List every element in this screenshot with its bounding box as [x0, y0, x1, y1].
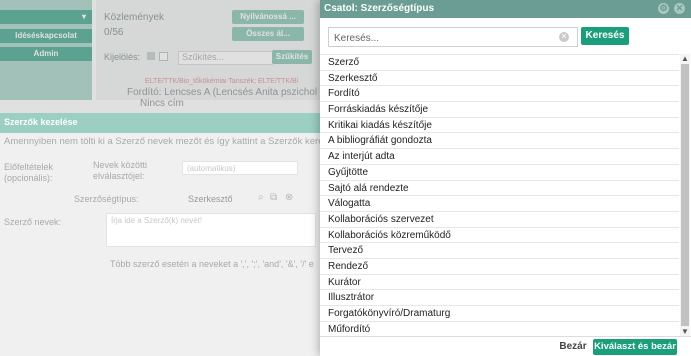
authorship-type-list: Szerző Szerkesztő Fordító Forráskiadás k… — [320, 54, 679, 334]
copy-icon[interactable]: ⧉ — [270, 192, 277, 203]
list-item[interactable]: Illusztrátor — [320, 289, 679, 305]
authors-dialog-header: Szerzők kezelése — [0, 113, 322, 133]
separator-select[interactable]: (automatikus) — [182, 161, 298, 175]
list-item[interactable]: Forgatókönyvíró/Dramaturg — [320, 305, 679, 321]
prefix-label: Előfeltételek — [4, 162, 54, 172]
author-names-textarea[interactable]: Írja ide a Szerző(k) nevét! — [106, 213, 316, 247]
list-item[interactable]: A bibliográfiát gondozta — [320, 132, 679, 148]
authorship-type-label: Szerzőségtípus: — [74, 194, 139, 204]
list-item[interactable]: Kurátor — [320, 273, 679, 290]
search-box: ✕ — [328, 27, 578, 48]
list-item[interactable]: Sajtó alá rendezte — [320, 179, 679, 196]
list-item[interactable]: Gyűjtötte — [320, 163, 679, 180]
search-icon[interactable]: ⌕ — [258, 192, 264, 203]
list-item[interactable]: Fordító — [320, 85, 679, 101]
list-item[interactable]: Szerkesztő — [320, 69, 679, 86]
list-scrollbar[interactable]: ▲ ▼ — [680, 54, 690, 336]
close-button[interactable]: Bezár — [556, 340, 590, 354]
list-item[interactable]: Kollaborációs szervezet — [320, 210, 679, 227]
list-item[interactable]: Válogatta — [320, 195, 679, 211]
search-button[interactable]: Keresés — [581, 27, 629, 45]
close-icon[interactable]: ✕ — [674, 3, 685, 14]
scroll-up-icon[interactable]: ▲ — [680, 54, 690, 63]
list-item[interactable]: Az interjút adta — [320, 148, 679, 164]
modal-title: Csatol: Szerzőségtípus — [324, 3, 435, 14]
list-item[interactable]: Rendező — [320, 257, 679, 274]
author-names-label: Szerző nevek: — [4, 217, 62, 227]
separator-label-sub: elválasztójel: — [93, 171, 145, 181]
list-item[interactable]: Műfordító — [320, 320, 679, 334]
authorship-type-value[interactable]: Szerkesztő — [188, 194, 233, 204]
authors-info-text: Amennyiben nem tölti ki a Szerző nevek m… — [4, 136, 334, 147]
remove-icon[interactable]: ⊗ — [285, 192, 293, 203]
authors-dialog-title: Szerzők kezelése — [4, 117, 78, 127]
list-item[interactable]: Tervező — [320, 242, 679, 258]
list-item[interactable]: Kollaborációs közreműködő — [320, 226, 679, 243]
clear-search-icon[interactable]: ✕ — [559, 32, 569, 42]
scroll-down-icon[interactable]: ▼ — [680, 327, 690, 336]
footer-divider — [320, 336, 691, 337]
modal-header: Csatol: Szerzőségtípus ⚙ ✕ — [320, 0, 691, 18]
list-item[interactable]: Kritikai kiadás készítője — [320, 116, 679, 133]
attach-authorship-type-modal: Csatol: Szerzőségtípus ⚙ ✕ ✕ Keresés Sze… — [320, 0, 691, 356]
settings-icon[interactable]: ⚙ — [658, 3, 669, 14]
prefix-label-sub: (opcionális): — [4, 173, 53, 183]
select-and-close-button[interactable]: Kiválaszt és bezár — [593, 339, 677, 355]
search-input[interactable] — [329, 28, 566, 48]
scrollbar-thumb[interactable] — [681, 64, 689, 326]
list-item[interactable]: Szerző — [320, 54, 679, 70]
separator-label: Nevek közötti — [93, 160, 148, 170]
list-item[interactable]: Forráskiadás készítője — [320, 101, 679, 117]
authors-dialog: Szerzők kezelése Amennyiben nem tölti ki… — [0, 113, 334, 356]
multi-author-hint: Több szerző esetén a neveket a ',', ';',… — [110, 259, 314, 269]
